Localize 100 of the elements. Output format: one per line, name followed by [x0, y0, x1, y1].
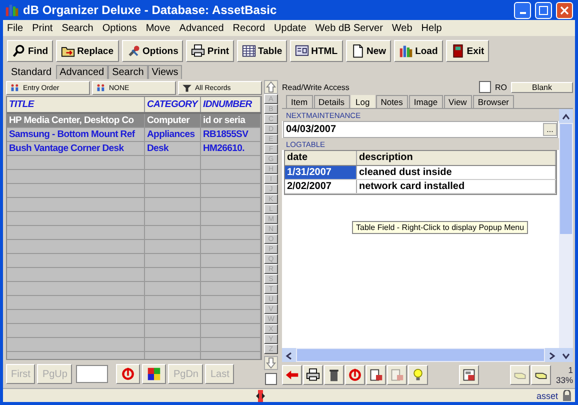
column-header[interactable]: IDNUMBER — [201, 97, 261, 112]
toolbar-button[interactable]: Exit — [446, 40, 490, 62]
tool-button[interactable] — [303, 365, 323, 385]
column-header[interactable]: date — [285, 151, 357, 165]
scroll-right-button[interactable] — [545, 348, 559, 362]
table-cell: Bush Vantage Corner Desk — [7, 142, 145, 155]
down-arrow-button[interactable] — [264, 356, 278, 370]
page-icon — [350, 44, 365, 58]
menu-item[interactable]: Web dB Server — [315, 22, 383, 34]
tools-icon — [126, 44, 140, 58]
tool-button[interactable] — [531, 365, 551, 385]
tool-button[interactable] — [459, 365, 479, 385]
ro-label: RO — [495, 82, 507, 92]
table-cell: Appliances — [145, 128, 201, 141]
splitter-icon[interactable] — [256, 390, 265, 402]
menu-item[interactable]: Move — [146, 22, 170, 34]
user-name: asset — [536, 390, 558, 400]
table-icon — [242, 44, 256, 58]
color-button[interactable] — [142, 364, 166, 384]
browse-button[interactable]: ... — [543, 123, 557, 136]
scroll-down-button[interactable] — [559, 348, 573, 362]
menu-item[interactable]: Update — [274, 22, 306, 34]
table-cell: RB1855SV — [201, 128, 261, 141]
arrow-icon — [285, 368, 299, 382]
mode-tab[interactable]: Search — [108, 65, 148, 79]
table-cell[interactable]: network card installed — [357, 180, 556, 193]
color-grid-icon — [147, 367, 162, 381]
record-tab[interactable]: Details — [314, 95, 350, 108]
record-row[interactable]: Samsung - Bottom Mount Ref Appliances RB1855SV — [7, 128, 261, 142]
menu-item[interactable]: Search — [62, 22, 94, 34]
scrollbar-thumb[interactable] — [297, 349, 544, 361]
toolbar-button[interactable]: HTML — [290, 40, 343, 62]
close-button[interactable] — [556, 2, 573, 18]
folder-icon — [61, 44, 76, 58]
record-row[interactable]: HP Media Center, Desktop Co Computer id or seria — [7, 114, 261, 128]
access-label: Read/Write Access — [282, 82, 350, 92]
record-row[interactable]: Bush Vantage Corner Desk Desk HM26610. — [7, 142, 261, 156]
toolbar-button[interactable]: Print — [186, 40, 234, 62]
close-icon — [560, 6, 569, 14]
blank-button[interactable]: Blank — [511, 82, 573, 92]
column-header[interactable]: TITLE — [7, 97, 145, 112]
screen-icon — [295, 44, 310, 58]
printer-icon — [191, 44, 206, 58]
checkbox[interactable] — [265, 373, 277, 385]
record-tab[interactable]: Notes — [376, 95, 408, 108]
menu-item[interactable]: Advanced — [179, 22, 224, 34]
scroll-up-button[interactable] — [559, 109, 573, 123]
table-cell: HM26610. — [201, 142, 261, 155]
record-tab[interactable]: View — [444, 95, 472, 108]
scroll-left-button[interactable] — [282, 348, 296, 362]
tool-button[interactable] — [366, 365, 386, 385]
mode-tab[interactable]: Advanced — [56, 65, 108, 79]
toolbar-button[interactable]: New — [346, 40, 392, 62]
toolbar-button[interactable]: Table — [237, 40, 288, 62]
toolbar-button[interactable]: Load — [394, 40, 443, 62]
minimize-button[interactable] — [514, 2, 531, 18]
table-cell: id or seria — [201, 114, 261, 127]
maximize-icon — [539, 6, 548, 14]
menu-item[interactable]: Web — [392, 22, 412, 34]
tooltip: Table Field - Right-Click to display Popup Menu — [352, 221, 528, 234]
column-header[interactable]: CATEGORY — [145, 97, 201, 112]
table-cell[interactable]: 1/31/2007 — [285, 166, 357, 179]
table-cell[interactable]: 2/02/2007 — [285, 180, 357, 193]
search-icon — [12, 44, 26, 58]
refresh-button[interactable] — [116, 364, 140, 384]
table-cell: Computer — [145, 114, 201, 127]
record-number-field[interactable] — [76, 365, 108, 383]
app-icon — [5, 3, 19, 17]
printer-icon — [306, 368, 320, 382]
date-field[interactable]: 04/03/2007 ... — [283, 121, 558, 138]
table-cell[interactable]: cleaned dust inside — [357, 166, 556, 179]
up-arrow-button[interactable] — [264, 80, 278, 94]
people-icon — [96, 83, 106, 93]
toolbar-button[interactable]: Find — [7, 40, 54, 62]
record-tab[interactable]: Image — [408, 95, 443, 108]
record-tab[interactable]: Browser — [472, 95, 514, 108]
people-icon — [10, 83, 20, 93]
table-cell: Desk — [145, 142, 201, 155]
menu-item[interactable]: File — [7, 22, 24, 34]
table-cell: HP Media Center, Desktop Co — [7, 114, 145, 127]
record-percent: 33% — [556, 375, 574, 385]
ro-checkbox[interactable] — [479, 81, 491, 93]
menu-item[interactable]: Options — [102, 22, 137, 34]
record-tab[interactable]: Log — [350, 95, 375, 108]
menu-item[interactable]: Help — [421, 22, 442, 34]
books-icon — [399, 44, 414, 58]
mode-tab[interactable]: Views — [148, 65, 182, 79]
record-position: 1 — [568, 365, 574, 375]
column-header[interactable]: description — [357, 151, 556, 165]
toolbar-button[interactable]: Replace — [56, 40, 118, 62]
menu-item[interactable]: Print — [32, 22, 53, 34]
menu-item[interactable]: Record — [232, 22, 266, 34]
scrollbar-thumb[interactable] — [560, 124, 572, 234]
window-title: dB Organizer Deluxe - Database: AssetBasic — [23, 3, 278, 17]
document-icon — [390, 368, 404, 382]
toolbar-button[interactable]: Options — [122, 40, 184, 62]
door-icon — [450, 44, 465, 58]
record-tab[interactable]: Item — [286, 95, 313, 108]
tool-button[interactable] — [324, 365, 344, 385]
maximize-button[interactable] — [535, 2, 552, 18]
